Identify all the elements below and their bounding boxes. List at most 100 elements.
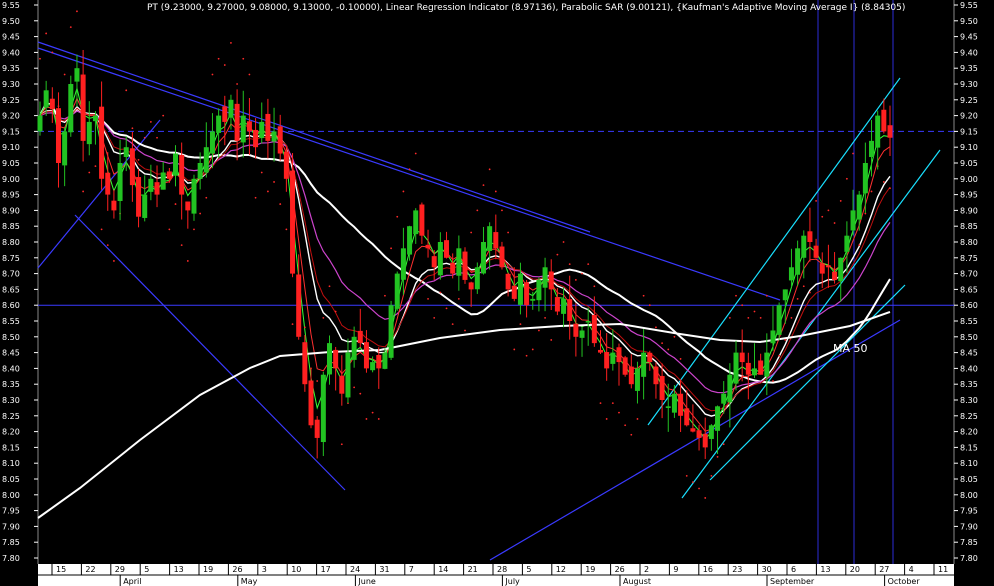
sar-dot <box>815 200 817 202</box>
candle-body <box>505 273 511 290</box>
x-tick-label: 3 <box>262 565 267 574</box>
sar-dot <box>691 481 694 484</box>
x-tick-label: 2 <box>644 565 649 574</box>
sar-dot <box>51 51 54 54</box>
x-tick-label: 12 <box>556 565 566 574</box>
sar-dot <box>882 181 885 183</box>
candle-body <box>579 330 585 338</box>
y-tick-label: 8.95 <box>960 191 978 200</box>
sar-dot <box>661 342 664 345</box>
candle-body <box>665 406 671 408</box>
candle-body <box>671 393 677 413</box>
sar-dot <box>470 231 473 234</box>
candle-body <box>111 200 117 211</box>
candle-body <box>308 380 314 426</box>
sar-dot <box>365 418 368 420</box>
month-label: August <box>623 577 651 586</box>
candle-body <box>456 248 462 276</box>
candle-body <box>604 352 610 369</box>
candle-body <box>862 163 868 194</box>
candle-body <box>209 131 215 154</box>
y-tick-label-left: 9.45 <box>2 33 20 42</box>
sar-dot <box>279 203 282 205</box>
sar-dot <box>519 323 522 326</box>
y-tick-label: 9.50 <box>960 17 978 26</box>
candle-body <box>326 343 332 375</box>
x-tick-label: 17 <box>321 565 331 574</box>
candle-body <box>634 368 640 391</box>
candle-body <box>788 267 794 281</box>
y-tick-label-left: 8.15 <box>2 443 20 452</box>
x-tick-label: 10 <box>291 565 301 574</box>
candle-body <box>887 125 893 138</box>
x-tick-label: 7 <box>409 565 414 574</box>
x-tick-label: 16 <box>703 565 713 574</box>
sar-dot <box>667 348 670 351</box>
y-tick-label: 8.55 <box>960 317 978 326</box>
y-tick-label: 8.00 <box>960 491 978 500</box>
sar-dot <box>242 57 245 60</box>
sar-dot <box>556 253 559 256</box>
candle-body <box>517 273 523 305</box>
sar-dot <box>581 272 583 275</box>
y-tick-label: 9.30 <box>960 80 978 89</box>
candle-body <box>850 210 856 231</box>
y-tick-label: 9.45 <box>960 33 978 42</box>
sar-dot <box>605 418 608 420</box>
candle-body <box>228 99 234 118</box>
candle-body <box>832 271 838 280</box>
sar-dot <box>303 326 306 329</box>
month-label: June <box>357 577 376 586</box>
candle-body <box>216 115 222 133</box>
month-label: July <box>504 577 520 586</box>
candle-body <box>314 419 320 438</box>
candle-body <box>197 163 203 179</box>
sar-dot <box>864 212 867 215</box>
sar-dot <box>390 247 392 250</box>
y-tick-label-left: 8.90 <box>2 206 20 215</box>
x-tick-label: 9 <box>673 565 678 574</box>
y-tick-label-left: 8.45 <box>2 349 20 358</box>
candle-body <box>727 374 733 403</box>
x-tick-label: 13 <box>174 565 184 574</box>
candle-body <box>382 352 388 369</box>
candle-body <box>388 305 394 358</box>
y-tick-label-left: 8.80 <box>2 238 20 247</box>
candle-body <box>622 357 628 375</box>
candle-body <box>425 244 431 249</box>
sar-dot <box>76 10 78 13</box>
candle-body <box>166 171 172 179</box>
candle-body <box>487 226 493 251</box>
sar-dot <box>482 184 485 187</box>
month-label: April <box>123 577 141 586</box>
candle-body <box>548 271 554 290</box>
sar-dot <box>772 380 774 382</box>
candle-body <box>739 352 745 363</box>
sar-dot <box>63 73 66 76</box>
y-tick-label: 8.45 <box>960 349 978 358</box>
candle-body <box>394 273 400 309</box>
candle-body <box>881 109 887 132</box>
sar-dot <box>796 297 799 300</box>
sar-dot <box>802 285 805 288</box>
sar-dot <box>587 263 590 266</box>
y-tick-label-left: 8.60 <box>2 301 20 310</box>
y-tick-label: 9.55 <box>960 1 978 10</box>
candle-body <box>37 115 43 132</box>
y-tick-label-left: 9.25 <box>2 96 20 105</box>
y-tick-label-left: 7.80 <box>2 554 20 563</box>
candle-body <box>647 352 653 363</box>
sar-dot <box>513 348 516 351</box>
plot-area <box>38 0 954 564</box>
candle-body <box>745 362 751 375</box>
candle-body <box>265 113 271 141</box>
sar-dot <box>316 380 319 382</box>
candle-body <box>376 355 382 369</box>
candle-body <box>302 342 308 385</box>
sar-dot <box>852 152 854 155</box>
x-tick-label: 13 <box>820 565 830 574</box>
y-tick-label: 8.85 <box>960 222 978 231</box>
y-tick-label-left: 9.10 <box>2 143 20 152</box>
sar-dot <box>525 354 528 357</box>
y-tick-label-left: 9.20 <box>2 112 20 121</box>
